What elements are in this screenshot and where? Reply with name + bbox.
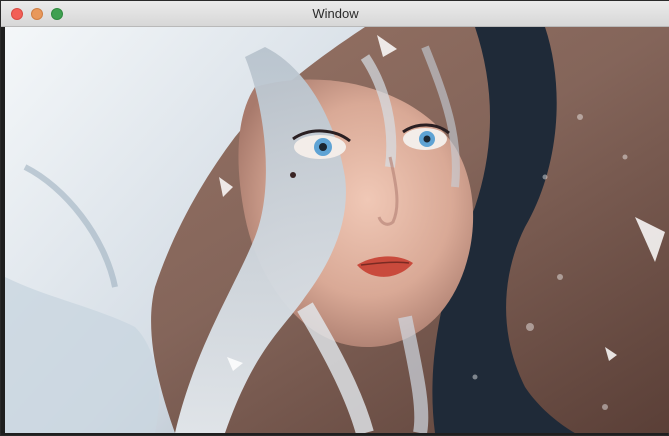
artwork-canvas: [5, 27, 669, 433]
window-title: Window: [312, 6, 359, 21]
title-bar[interactable]: Window: [1, 1, 669, 27]
beauty-mark: [290, 172, 296, 178]
app-window: Window: [0, 0, 669, 436]
artwork: [5, 27, 669, 433]
